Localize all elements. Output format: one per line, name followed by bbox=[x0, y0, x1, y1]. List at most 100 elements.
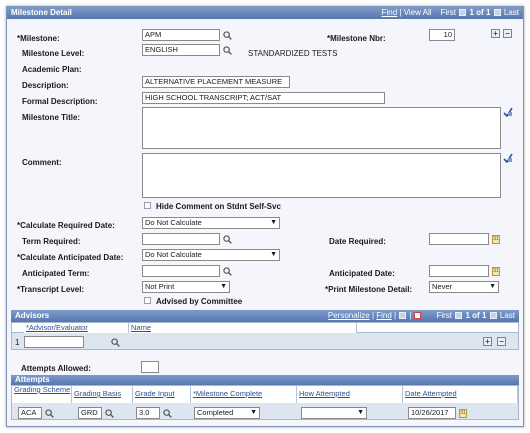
how-attempted-select[interactable]: ▼ bbox=[301, 407, 367, 419]
description-input[interactable]: ALTERNATIVE PLACEMENT MEASURE bbox=[142, 76, 290, 88]
nav-separator: | bbox=[409, 311, 412, 320]
last-label: Last bbox=[499, 311, 515, 320]
nav-separator: | bbox=[399, 8, 402, 17]
anticipated-date-input[interactable] bbox=[429, 265, 489, 277]
comment-textarea[interactable] bbox=[142, 153, 501, 198]
dropdown-arrow-icon: ▼ bbox=[220, 283, 227, 290]
view-all-icon[interactable] bbox=[399, 312, 407, 320]
grading-basis-input[interactable]: GRD bbox=[78, 407, 102, 419]
description-label: Description: bbox=[22, 81, 69, 90]
term-required-input[interactable] bbox=[142, 233, 220, 245]
milestone-title-textarea[interactable] bbox=[142, 107, 501, 149]
hide-comment-checkbox[interactable] bbox=[144, 202, 151, 209]
grade-input-field[interactable]: 3.0 bbox=[136, 407, 160, 419]
advisor-row-number: 1 bbox=[15, 338, 20, 347]
download-grid-icon[interactable] bbox=[413, 312, 421, 320]
delete-advisor-row-icon[interactable]: − bbox=[497, 337, 506, 346]
personalize-link[interactable]: Personalize bbox=[328, 311, 370, 320]
milestone-detail-header: Milestone Detail Find | View All First 1… bbox=[7, 7, 523, 19]
milestone-complete-select[interactable]: Completed ▼ bbox=[194, 407, 260, 419]
first-label: First bbox=[440, 8, 457, 17]
milestone-level-lookup-icon[interactable] bbox=[223, 46, 232, 55]
transcript-level-label: *Transcript Level: bbox=[17, 285, 85, 294]
name-column-header[interactable]: Name bbox=[129, 323, 357, 333]
date-attempted-column-header[interactable]: Date Attempted bbox=[403, 386, 518, 403]
milestone-nbr-input[interactable]: 10 bbox=[429, 29, 455, 41]
attempts-grid: Grading Scheme Grading Basis Grade Input… bbox=[11, 385, 519, 420]
attempts-allowed-input[interactable] bbox=[141, 361, 159, 373]
milestone-level-label: Milestone Level: bbox=[22, 49, 85, 58]
comment-label: Comment: bbox=[22, 158, 62, 167]
calc-required-date-label: *Calculate Required Date: bbox=[17, 221, 115, 230]
advisors-grid: *Advisor/Evaluator Name 1 + − bbox=[11, 322, 519, 350]
attempts-allowed-label: Attempts Allowed: bbox=[21, 364, 91, 373]
next-arrow-icon[interactable] bbox=[489, 312, 497, 320]
previous-arrow-icon[interactable] bbox=[455, 312, 463, 320]
nav-separator: | bbox=[394, 311, 397, 320]
date-required-input[interactable] bbox=[429, 233, 489, 245]
grading-scheme-column-header[interactable]: Grading Scheme bbox=[12, 386, 72, 403]
calc-required-date-value: Do Not Calculate bbox=[145, 218, 202, 227]
comment-spell-check-icon[interactable] bbox=[503, 153, 513, 163]
previous-arrow-icon[interactable] bbox=[459, 9, 467, 17]
anticipated-term-label: Anticipated Term: bbox=[22, 269, 90, 278]
advisors-header: Advisors Personalize | Find | | First 1 … bbox=[11, 310, 519, 322]
grade-input-column-header[interactable]: Grade Input bbox=[133, 386, 191, 403]
milestone-label: *Milestone: bbox=[17, 34, 60, 43]
dropdown-arrow-icon: ▼ bbox=[489, 283, 496, 290]
find-link[interactable]: Find bbox=[376, 311, 392, 320]
transcript-level-value: Not Print bbox=[145, 282, 175, 291]
dropdown-arrow-icon: ▼ bbox=[270, 251, 277, 258]
add-row-icon[interactable]: + bbox=[491, 29, 500, 38]
grading-basis-lookup-icon[interactable] bbox=[105, 409, 114, 418]
milestone-level-input[interactable]: ENGLISH bbox=[142, 44, 220, 56]
grading-scheme-lookup-icon[interactable] bbox=[45, 409, 54, 418]
nav-separator: | bbox=[371, 311, 375, 320]
spell-check-icon[interactable] bbox=[503, 107, 513, 117]
milestone-input[interactable]: APM bbox=[142, 29, 220, 41]
calc-required-date-select[interactable]: Do Not Calculate ▼ bbox=[142, 217, 280, 229]
date-attempted-calendar-icon[interactable]: 31 bbox=[459, 409, 467, 418]
milestone-nbr-label: *Milestone Nbr: bbox=[327, 34, 386, 43]
view-all-link[interactable]: View All bbox=[404, 8, 432, 17]
advisor-evaluator-input[interactable] bbox=[24, 336, 84, 348]
print-milestone-detail-select[interactable]: Never ▼ bbox=[429, 281, 499, 293]
advisors-nav: Personalize | Find | | First 1 of 1 Last bbox=[328, 310, 515, 322]
milestone-lookup-icon[interactable] bbox=[223, 31, 232, 40]
next-arrow-icon[interactable] bbox=[493, 9, 501, 17]
advisor-lookup-icon[interactable] bbox=[111, 338, 120, 347]
transcript-level-select[interactable]: Not Print ▼ bbox=[142, 281, 230, 293]
grade-input-lookup-icon[interactable] bbox=[163, 409, 172, 418]
anticipated-term-lookup-icon[interactable] bbox=[223, 267, 232, 276]
milestone-detail-nav: Find | View All First 1 of 1 Last bbox=[382, 7, 519, 19]
hide-comment-label: Hide Comment on Stdnt Self-Svc bbox=[156, 202, 281, 211]
grading-scheme-input[interactable]: ACA bbox=[18, 407, 42, 419]
formal-description-input[interactable]: HIGH SCHOOL TRANSCRIPT; ACT/SAT bbox=[142, 92, 385, 104]
milestone-level-description: STANDARDIZED TESTS bbox=[248, 49, 338, 58]
advisors-title: Advisors bbox=[15, 311, 50, 320]
advised-by-committee-checkbox[interactable] bbox=[144, 297, 151, 304]
row-count: 1 of 1 bbox=[465, 311, 487, 320]
date-required-calendar-icon[interactable]: 31 bbox=[492, 235, 500, 244]
delete-row-icon[interactable]: − bbox=[503, 29, 512, 38]
term-required-lookup-icon[interactable] bbox=[223, 235, 232, 244]
add-advisor-row-icon[interactable]: + bbox=[483, 337, 492, 346]
dropdown-arrow-icon: ▼ bbox=[250, 409, 257, 416]
calc-anticipated-date-select[interactable]: Do Not Calculate ▼ bbox=[142, 249, 280, 261]
dropdown-arrow-icon: ▼ bbox=[270, 219, 277, 226]
advisor-evaluator-column-header[interactable]: *Advisor/Evaluator bbox=[24, 323, 129, 333]
anticipated-date-label: Anticipated Date: bbox=[329, 269, 395, 278]
anticipated-date-calendar-icon[interactable]: 31 bbox=[492, 267, 500, 276]
grading-basis-column-header[interactable]: Grading Basis bbox=[72, 386, 133, 403]
milestone-title-label: Milestone Title: bbox=[22, 113, 81, 122]
row-count: 1 of 1 bbox=[469, 8, 491, 17]
term-required-label: Term Required: bbox=[22, 237, 81, 246]
date-required-label: Date Required: bbox=[329, 237, 386, 246]
first-label: First bbox=[436, 311, 453, 320]
how-attempted-column-header[interactable]: How Attempted bbox=[297, 386, 403, 403]
date-attempted-input[interactable]: 10/26/2017 bbox=[408, 407, 456, 419]
milestone-complete-column-header[interactable]: *Milestone Complete bbox=[191, 386, 297, 403]
last-label: Last bbox=[503, 8, 519, 17]
anticipated-term-input[interactable] bbox=[142, 265, 220, 277]
find-link[interactable]: Find bbox=[382, 8, 398, 17]
